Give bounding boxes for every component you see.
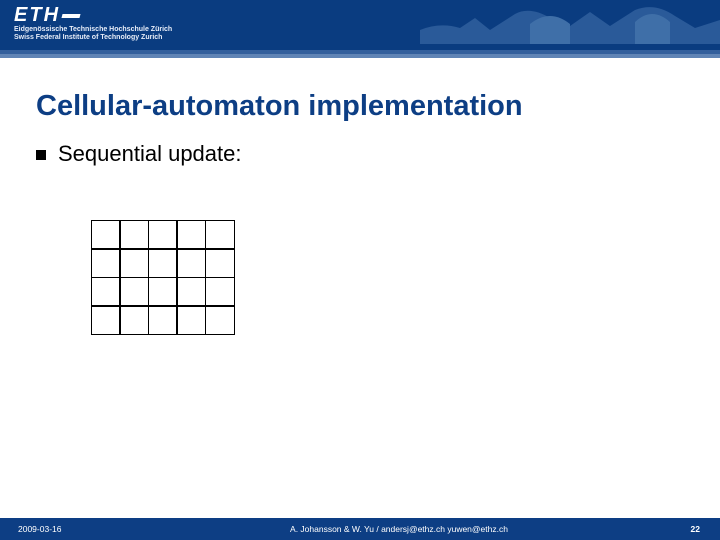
header-blue-bar: E T H Eidgenössische Technische Hochschu…	[0, 0, 720, 44]
grid-cell	[176, 305, 206, 335]
grid-cell	[148, 305, 178, 335]
campus-skyline-icon	[420, 0, 720, 44]
grid-cell	[176, 248, 206, 278]
grid-cell	[148, 248, 178, 278]
slide-footer: 2009-03-16 A. Johansson & W. Yu / anders…	[0, 518, 720, 540]
grid-row	[92, 307, 242, 336]
bullet-item: Sequential update:	[36, 141, 720, 167]
grid-cell	[119, 248, 149, 278]
grid-row	[92, 278, 242, 307]
grid-cell	[205, 220, 235, 250]
grid-row	[92, 250, 242, 279]
grid-cell	[119, 277, 149, 307]
header-gradient-strip	[0, 44, 720, 72]
grid-cell	[91, 248, 121, 278]
grid-cell	[205, 305, 235, 335]
square-bullet-icon	[36, 150, 46, 160]
slide-body: Sequential update:	[36, 141, 720, 341]
grid-cell	[176, 220, 206, 250]
logo-bar-icon	[61, 14, 80, 18]
slide-title: Cellular-automaton implementation	[36, 90, 720, 123]
grid-cell	[205, 277, 235, 307]
institution-line2: Swiss Federal Institute of Technology Zu…	[14, 34, 172, 42]
eth-logo: E T H	[14, 4, 80, 27]
automaton-grid-diagram	[92, 221, 242, 341]
grid-cell	[119, 220, 149, 250]
footer-page-number: 22	[640, 524, 720, 534]
grid-cell	[176, 277, 206, 307]
grid-row	[92, 221, 242, 250]
grid-cell	[91, 220, 121, 250]
footer-date: 2009-03-16	[0, 524, 158, 534]
footer-authors: A. Johansson & W. Yu / andersj@ethz.ch y…	[158, 524, 640, 534]
grid-cell	[119, 305, 149, 335]
grid-cell	[148, 277, 178, 307]
slide-header: E T H Eidgenössische Technische Hochschu…	[0, 0, 720, 72]
grid-cell	[91, 277, 121, 307]
grid-cell	[148, 220, 178, 250]
bullet-text: Sequential update:	[58, 141, 242, 167]
institution-line1: Eidgenössische Technische Hochschule Zür…	[14, 26, 172, 34]
institution-subtitle: Eidgenössische Technische Hochschule Zür…	[14, 26, 172, 42]
grid-cell	[205, 248, 235, 278]
grid-cell	[91, 305, 121, 335]
